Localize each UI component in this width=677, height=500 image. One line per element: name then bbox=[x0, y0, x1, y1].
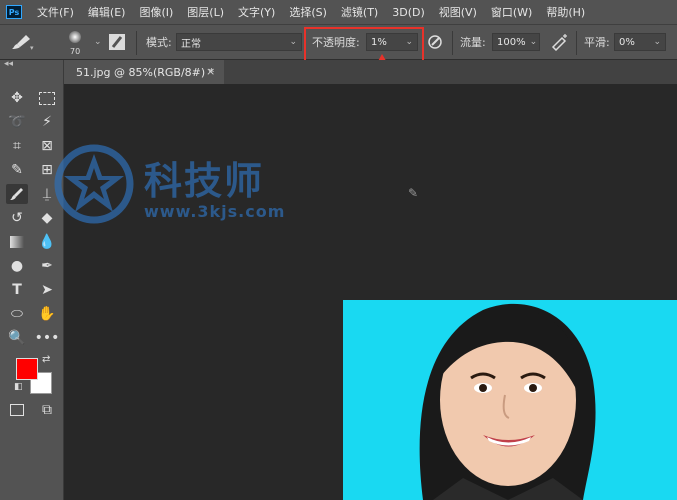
divider bbox=[136, 31, 137, 55]
brush-settings-toggle[interactable] bbox=[108, 25, 126, 59]
chevron-down-icon: ⌄ bbox=[94, 37, 102, 47]
menu-filter[interactable]: 滤镜(T) bbox=[334, 4, 385, 20]
flow-value: 100% bbox=[497, 36, 526, 48]
default-colors-icon[interactable]: ◧ bbox=[14, 382, 23, 392]
menu-3d[interactable]: 3D(D) bbox=[385, 6, 432, 19]
brush-tool-icon[interactable] bbox=[6, 184, 28, 204]
dodge-tool-icon[interactable]: ● bbox=[6, 256, 28, 276]
divider bbox=[452, 31, 453, 55]
divider bbox=[576, 31, 577, 55]
brush-size-value: 70 bbox=[70, 47, 81, 56]
pressure-opacity-toggle[interactable] bbox=[426, 25, 444, 59]
chevron-down-icon: ⌄ bbox=[289, 37, 297, 47]
photo-image bbox=[343, 300, 677, 500]
chevron-down-icon: ⌄ bbox=[653, 37, 661, 47]
brush-preview: 70 bbox=[62, 25, 90, 59]
brush-panel-icon bbox=[109, 34, 125, 50]
flow-label: 流量: bbox=[460, 36, 486, 49]
pressure-opacity-icon bbox=[428, 35, 442, 49]
brush-tool-preset[interactable]: ▾ bbox=[10, 25, 36, 59]
menu-help[interactable]: 帮助(H) bbox=[539, 4, 592, 20]
document-tab[interactable]: 51.jpg @ 85%(RGB/8#) * × bbox=[64, 60, 224, 84]
tools-panel: ◂◂ ✥ ➰ ⚡ ⌗ ⊠ ✎ ⊞ ⍊ ↺ ◆ 💧 ● ✒ T ➤ ⬭ ✋ 🔍 •… bbox=[0, 59, 64, 500]
brush-cursor-icon: ✎ bbox=[408, 186, 419, 200]
ellipse-tool-icon[interactable]: ⬭ bbox=[6, 304, 28, 324]
mode-label: 模式: bbox=[146, 36, 172, 49]
swap-colors-icon[interactable]: ⇄ bbox=[42, 354, 50, 365]
move-tool-icon[interactable]: ✥ bbox=[6, 88, 28, 108]
zoom-tool-icon[interactable]: 🔍 bbox=[6, 328, 28, 348]
menu-edit[interactable]: 编辑(E) bbox=[81, 4, 133, 20]
menu-window[interactable]: 窗口(W) bbox=[484, 4, 539, 20]
menu-file[interactable]: 文件(F) bbox=[30, 4, 81, 20]
mode-select[interactable]: 正常 ⌄ bbox=[176, 33, 302, 51]
watermark-url: www.3kjs.com bbox=[144, 202, 286, 221]
watermark: 科技师 www.3kjs.com bbox=[52, 140, 332, 240]
airbrush-toggle[interactable] bbox=[550, 25, 570, 59]
menu-view[interactable]: 视图(V) bbox=[432, 4, 484, 20]
pen-tool-icon[interactable]: ✒ bbox=[36, 256, 58, 276]
photoshop-logo: Ps bbox=[6, 5, 22, 19]
screen-mode-icon[interactable]: ⧉ bbox=[36, 400, 58, 420]
brush-icon: ▾ bbox=[12, 35, 34, 52]
menu-image[interactable]: 图像(I) bbox=[132, 4, 180, 20]
document-tab-title: 51.jpg @ 85%(RGB/8#) * bbox=[76, 65, 215, 79]
brush-tip-icon bbox=[69, 31, 81, 43]
brush-size-picker[interactable]: 70 ⌄ bbox=[62, 25, 102, 59]
airbrush-icon bbox=[551, 34, 567, 51]
portrait-illustration bbox=[343, 300, 677, 500]
smoothing-input[interactable]: 0% ⌄ bbox=[614, 33, 666, 51]
close-icon[interactable]: × bbox=[206, 65, 215, 78]
chevron-down-icon: ⌄ bbox=[529, 37, 538, 47]
flow-input[interactable]: 100% ⌄ bbox=[492, 33, 540, 51]
crop-tool-icon[interactable]: ⌗ bbox=[6, 136, 28, 156]
marquee-tool-icon[interactable] bbox=[36, 88, 58, 108]
quick-mask-icon[interactable] bbox=[6, 400, 28, 420]
smoothing-label: 平滑: bbox=[584, 36, 610, 49]
document-tab-bar: 51.jpg @ 85%(RGB/8#) * × bbox=[64, 60, 677, 84]
mode-value: 正常 bbox=[181, 38, 201, 50]
menu-type[interactable]: 文字(Y) bbox=[231, 4, 282, 20]
path-selection-tool-icon[interactable]: ➤ bbox=[36, 280, 58, 300]
foreground-color-swatch-front[interactable] bbox=[16, 358, 38, 380]
menu-bar: Ps 文件(F) 编辑(E) 图像(I) 图层(L) 文字(Y) 选择(S) 滤… bbox=[0, 0, 677, 24]
hand-tool-icon[interactable]: ✋ bbox=[36, 304, 58, 324]
smoothing-value: 0% bbox=[619, 36, 635, 48]
type-tool-icon[interactable]: T bbox=[6, 280, 28, 300]
menu-layer[interactable]: 图层(L) bbox=[180, 4, 231, 20]
lasso-tool-icon[interactable]: ➰ bbox=[6, 112, 28, 132]
history-brush-tool-icon[interactable]: ↺ bbox=[6, 208, 28, 228]
collapse-panel-icon[interactable]: ◂◂ bbox=[4, 59, 13, 69]
svg-text:▾: ▾ bbox=[30, 44, 34, 52]
menu-select[interactable]: 选择(S) bbox=[282, 4, 334, 20]
more-tools-icon[interactable]: ••• bbox=[35, 328, 60, 348]
watermark-title: 科技师 bbox=[144, 159, 265, 203]
magic-wand-tool-icon[interactable]: ⚡ bbox=[36, 112, 58, 132]
star-logo-icon bbox=[54, 144, 134, 224]
gradient-tool-icon[interactable] bbox=[6, 232, 28, 252]
eyedropper-tool-icon[interactable]: ✎ bbox=[6, 160, 28, 180]
